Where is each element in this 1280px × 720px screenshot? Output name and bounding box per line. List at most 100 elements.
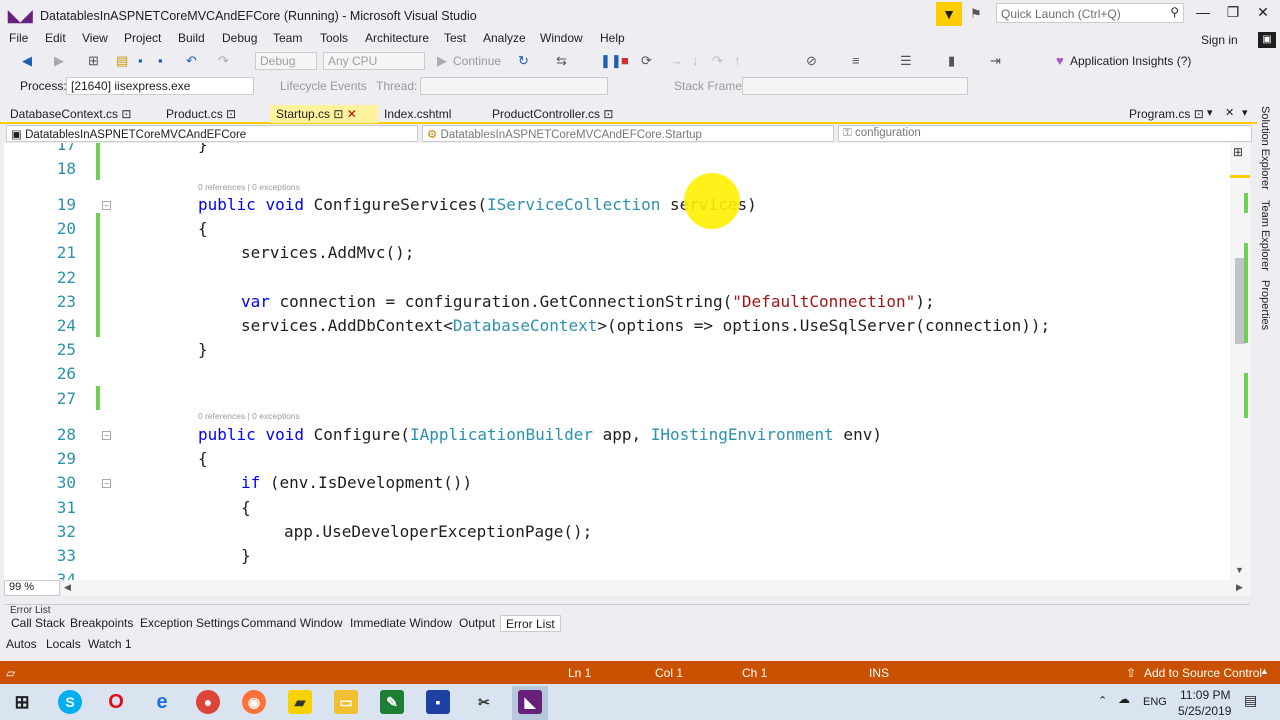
visual-studio-taskbar-icon[interactable]: ◣ — [518, 690, 542, 714]
continue-icon[interactable]: ▶ — [437, 53, 447, 69]
open-file-icon[interactable]: ▤ — [116, 53, 128, 69]
save-all-icon[interactable]: ▪ — [158, 53, 163, 68]
menu-debug[interactable]: Debug — [222, 31, 257, 45]
pin-icon[interactable]: ⊡ — [1194, 107, 1204, 121]
stop-icon[interactable]: ■ — [621, 53, 629, 68]
tools-app-icon[interactable]: ✂ — [472, 690, 496, 714]
codelens-indicator[interactable]: 0 references | 0 exceptions — [198, 411, 300, 421]
tab-autos[interactable]: Autos — [6, 637, 37, 651]
process-select[interactable]: [21640] iisexpress.exe — [66, 77, 254, 95]
menu-build[interactable]: Build — [178, 31, 205, 45]
add-to-source-control-button[interactable]: Add to Source Control — [1144, 666, 1262, 680]
tab-dropdown-icon[interactable]: ▾ — [1207, 106, 1213, 119]
tab-immediate-window[interactable]: Immediate Window — [345, 615, 457, 632]
opera-icon[interactable]: O — [104, 690, 128, 714]
menu-help[interactable]: Help — [600, 31, 625, 45]
tab-watch-1[interactable]: Watch 1 — [88, 637, 132, 651]
split-window-icon[interactable]: ⊞ — [1233, 145, 1243, 159]
continue-button[interactable]: Continue — [453, 54, 501, 68]
scroll-down-icon[interactable]: ▼ — [1235, 565, 1244, 575]
stack-frame-select[interactable] — [742, 77, 968, 95]
skype-icon[interactable]: S — [58, 690, 82, 714]
code-editor[interactable]: 17 } 18 0 references | 0 exceptions 19 −… — [4, 143, 1230, 580]
tab-locals[interactable]: Locals — [46, 637, 81, 651]
clock-time[interactable]: 11:09 PM — [1180, 688, 1230, 702]
comment-icon[interactable]: ≡ — [852, 53, 860, 68]
menu-edit[interactable]: Edit — [45, 31, 66, 45]
user-account-icon[interactable]: ▣ — [1258, 32, 1276, 48]
tab-error-list[interactable]: Error List — [500, 615, 561, 632]
source-control-menu-icon[interactable]: ▲ — [1260, 666, 1269, 676]
pin-icon[interactable]: ⊡ — [226, 107, 236, 121]
menu-architecture[interactable]: Architecture — [365, 31, 429, 45]
menu-analyze[interactable]: Analyze — [483, 31, 526, 45]
tab-call-stack[interactable]: Call Stack — [6, 615, 70, 632]
feedback-icon[interactable]: ⚑ — [970, 6, 982, 22]
pause-icon[interactable]: ❚❚ — [600, 53, 622, 69]
save-icon[interactable]: ▪ — [138, 53, 143, 68]
indent-icon[interactable]: ☰ — [900, 53, 912, 69]
back-icon[interactable]: ◀ — [22, 53, 32, 69]
sign-in-link[interactable]: Sign in — [1201, 33, 1238, 47]
zoom-level-select[interactable]: 99 % — [4, 580, 60, 596]
notification-filter-icon[interactable]: ▼ — [936, 2, 962, 26]
codelens-indicator[interactable]: 0 references | 0 exceptions — [198, 182, 300, 192]
bookmark-nav-icon[interactable]: ⇥ — [990, 53, 1001, 69]
clock-date[interactable]: 5/25/2019 — [1178, 704, 1231, 718]
collapse-region-icon[interactable]: − — [102, 431, 111, 440]
action-center-icon[interactable]: ▤ — [1244, 692, 1257, 709]
solution-explorer-tab[interactable]: Solution Explorer — [1259, 106, 1271, 190]
vertical-scrollbar[interactable]: ⊞ ▼ — [1230, 143, 1250, 580]
network-icon[interactable]: ☁ — [1118, 692, 1130, 706]
menu-view[interactable]: View — [82, 31, 108, 45]
forward-icon[interactable]: ▶ — [54, 53, 64, 69]
menu-test[interactable]: Test — [444, 31, 466, 45]
scroll-left-icon[interactable]: ◀ — [64, 582, 71, 593]
pin-icon[interactable]: ⊡ — [333, 107, 343, 121]
refresh-icon[interactable]: ↻ — [518, 53, 529, 69]
tab-startup[interactable]: Startup.cs ⊡ ✕ — [270, 105, 378, 123]
maximize-button[interactable]: ❐ — [1218, 4, 1248, 24]
input-language[interactable]: ENG — [1143, 696, 1167, 708]
menu-file[interactable]: File — [9, 31, 28, 45]
sticky-notes-icon[interactable]: ▰ — [288, 690, 312, 714]
tab-command-window[interactable]: Command Window — [236, 615, 347, 632]
bookmark-icon[interactable]: ▮ — [948, 53, 955, 69]
scroll-right-icon[interactable]: ▶ — [1236, 582, 1243, 593]
thread-select[interactable] — [420, 77, 608, 95]
tab-output[interactable]: Output — [454, 615, 500, 632]
member-navigation-select[interactable]: ⚿ configuration — [838, 125, 1252, 142]
collapse-region-icon[interactable]: − — [102, 201, 111, 210]
firefox-icon[interactable]: ◉ — [242, 690, 266, 714]
tab-breakpoints[interactable]: Breakpoints — [65, 615, 138, 632]
tab-databasecontext[interactable]: DatabaseContext.cs ⊡ — [4, 105, 137, 123]
tab-productcontroller[interactable]: ProductController.cs ⊡ — [486, 105, 619, 123]
project-navigation-select[interactable]: ▣ DatatablesInASPNETCoreMVCAndEFCore — [6, 125, 418, 142]
application-insights-button[interactable]: Application Insights (?) — [1070, 54, 1191, 68]
close-tab-icon[interactable]: ✕ — [347, 107, 357, 121]
menu-window[interactable]: Window — [540, 31, 583, 45]
file-explorer-icon[interactable]: ▭ — [334, 690, 358, 714]
minimize-button[interactable]: — — [1188, 4, 1218, 24]
redo-icon[interactable]: ↷ — [218, 53, 229, 69]
tab-exception-settings[interactable]: Exception Settings — [135, 615, 244, 632]
class-navigation-select[interactable]: ⚙ DatatablesInASPNETCoreMVCAndEFCore.Sta… — [422, 125, 834, 142]
solution-platform-select[interactable]: Any CPU — [323, 52, 425, 70]
tab-menu-icon[interactable]: ▾ — [1242, 106, 1248, 119]
close-all-icon[interactable]: ✕ — [1225, 106, 1234, 119]
undo-icon[interactable]: ↶ — [186, 53, 197, 69]
browser-link-icon[interactable]: ⇆ — [556, 53, 567, 69]
tab-index-cshtml[interactable]: Index.cshtml — [378, 105, 457, 123]
tab-product[interactable]: Product.cs ⊡ — [160, 105, 242, 123]
notepad-plus-icon[interactable]: ✎ — [380, 690, 404, 714]
chrome-icon[interactable]: ● — [196, 690, 220, 714]
solution-configuration-select[interactable]: Debug — [255, 52, 317, 70]
pin-icon[interactable]: ⊡ — [121, 107, 131, 121]
pin-icon[interactable]: ⊡ — [603, 107, 613, 121]
lifecycle-events-button[interactable]: Lifecycle Events — [280, 79, 367, 93]
menu-team[interactable]: Team — [273, 31, 302, 45]
horizontal-scrollbar[interactable]: ◀ ▶ — [62, 580, 1250, 596]
new-project-icon[interactable]: ⊞ — [88, 53, 99, 69]
quick-launch-input[interactable]: Quick Launch (Ctrl+Q) ⚲ — [996, 3, 1184, 23]
menu-tools[interactable]: Tools — [320, 31, 348, 45]
